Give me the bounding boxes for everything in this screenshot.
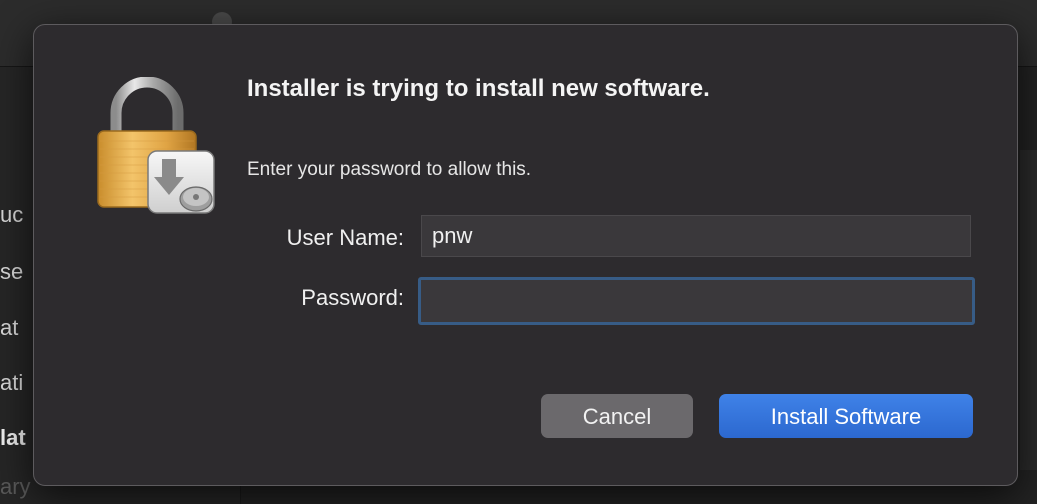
lock-with-installer-disk-icon — [97, 77, 215, 214]
password-field[interactable] — [418, 277, 975, 325]
dialog-title: Installer is trying to install new softw… — [247, 75, 710, 102]
username-field[interactable] — [421, 215, 971, 257]
dialog-subtitle: Enter your password to allow this. — [247, 159, 532, 180]
install-software-button[interactable]: Install Software — [719, 394, 973, 438]
cancel-button[interactable]: Cancel — [541, 394, 693, 438]
background-scroll-area — [1020, 150, 1037, 470]
username-label: User Name: — [286, 225, 404, 250]
password-label: Password: — [301, 285, 404, 310]
authentication-dialog: Installer is trying to install new softw… — [33, 24, 1018, 486]
